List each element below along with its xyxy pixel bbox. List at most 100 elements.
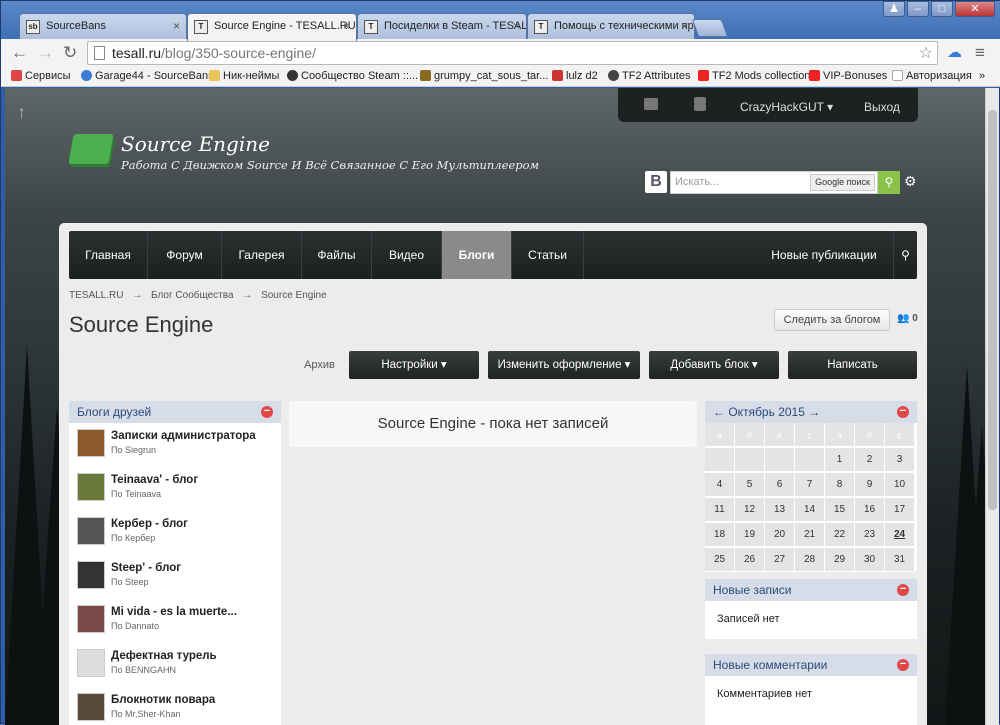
bookmark-lulz-d2[interactable]: lulz d2 <box>552 70 598 82</box>
breadcrumb-community-blog[interactable]: Блог Сообщества <box>151 290 233 301</box>
search-icon[interactable]: ⚲ <box>878 171 900 194</box>
scrollbar-thumb[interactable] <box>988 110 997 510</box>
calendar-day[interactable]: 2 <box>855 448 885 472</box>
friend-blog-name[interactable]: Блокнотик повара <box>111 694 215 706</box>
reload-icon[interactable]: ↻ <box>63 43 77 63</box>
address-bar[interactable]: tesall.ru/blog/350-source-engine/ ☆ <box>87 41 938 65</box>
calendar-day[interactable]: 10 <box>885 473 915 497</box>
calendar-day[interactable]: 25 <box>705 548 735 572</box>
nav-gallery[interactable]: Галерея <box>222 231 302 279</box>
avatar[interactable] <box>77 517 105 545</box>
forward-icon[interactable]: → <box>37 43 54 63</box>
back-icon[interactable]: ← <box>11 43 28 63</box>
friend-blog-author[interactable]: По Steep <box>111 577 149 587</box>
friend-blog-name[interactable]: Mi vida - es la muerte... <box>111 606 237 618</box>
bookmark-steam-community[interactable]: Сообщество Steam ::... <box>287 70 418 82</box>
friend-blog-name[interactable]: Steep' - блог <box>111 562 181 574</box>
calendar-day[interactable]: 16 <box>855 498 885 522</box>
close-window-button[interactable]: ✕ <box>955 1 995 17</box>
avatar[interactable] <box>77 693 105 721</box>
breadcrumb-home[interactable]: TESALL.RU <box>69 290 123 301</box>
tab-tech-help[interactable]: T Помощь с техническими пр × <box>527 13 695 40</box>
calendar-day[interactable]: 17 <box>885 498 915 522</box>
vk-login-icon[interactable]: В <box>645 171 667 193</box>
user-profile-icon[interactable]: ♟ <box>883 1 905 17</box>
calendar-day[interactable]: 27 <box>765 548 795 572</box>
bookmark-nicknames[interactable]: Ник-неймы <box>209 70 279 82</box>
avatar[interactable] <box>77 605 105 633</box>
messages-icon[interactable] <box>644 98 658 110</box>
calendar-day[interactable]: 7 <box>795 473 825 497</box>
collapse-icon[interactable]: − <box>897 584 909 596</box>
user-menu[interactable]: CrazyHackGUT ▾ <box>740 100 833 114</box>
collapse-icon[interactable]: − <box>897 659 909 671</box>
nav-new-publications[interactable]: Новые публикации <box>759 231 889 279</box>
calendar-day[interactable]: 19 <box>735 523 765 547</box>
calendar-day[interactable]: 28 <box>795 548 825 572</box>
calendar-day[interactable]: 22 <box>825 523 855 547</box>
friend-blog-author[interactable]: По Siegrun <box>111 445 156 455</box>
calendar-day[interactable]: 6 <box>765 473 795 497</box>
calendar-day[interactable]: 26 <box>735 548 765 572</box>
notifications-icon[interactable] <box>694 97 706 111</box>
avatar[interactable] <box>77 429 105 457</box>
nav-files[interactable]: Файлы <box>302 231 372 279</box>
friend-blog-author[interactable]: По Dannato <box>111 621 159 631</box>
nav-forum[interactable]: Форум <box>148 231 222 279</box>
menu-icon[interactable]: ≡ <box>975 43 985 63</box>
bookmark-garage44[interactable]: Garage44 - SourceBans <box>81 70 214 82</box>
calendar-day[interactable]: 3 <box>885 448 915 472</box>
calendar-day[interactable]: 14 <box>795 498 825 522</box>
maximize-button[interactable]: □ <box>931 1 953 17</box>
scroll-up-icon[interactable]: ↑ <box>17 102 26 123</box>
new-tab-button[interactable] <box>691 19 729 37</box>
friend-blog-name[interactable]: Записки администратора <box>111 430 256 442</box>
bookmark-star-icon[interactable]: ☆ <box>919 43 933 63</box>
calendar-day[interactable]: 11 <box>705 498 735 522</box>
avatar[interactable] <box>77 561 105 589</box>
calendar-day[interactable]: 29 <box>825 548 855 572</box>
add-block-button[interactable]: Добавить блок ▾ <box>649 351 779 379</box>
friend-blog-author[interactable]: По Mr.Sher-Khan <box>111 709 181 719</box>
bookmark-services[interactable]: Сервисы <box>11 70 71 82</box>
page-scrollbar[interactable] <box>985 88 999 725</box>
nav-articles[interactable]: Статьи <box>512 231 584 279</box>
calendar-day[interactable]: 30 <box>855 548 885 572</box>
prev-month-arrow[interactable]: ← <box>713 405 725 419</box>
calendar-day[interactable]: 5 <box>735 473 765 497</box>
extension-icon[interactable]: ☁ <box>947 43 962 61</box>
calendar-day[interactable]: 13 <box>765 498 795 522</box>
tab-steam-posidelki[interactable]: T Посиделки в Steam - TESAL × <box>357 13 527 40</box>
bookmark-authorization[interactable]: Авторизация <box>892 70 972 82</box>
calendar-day[interactable]: 18 <box>705 523 735 547</box>
calendar-day[interactable]: 9 <box>855 473 885 497</box>
calendar-day[interactable]: 8 <box>825 473 855 497</box>
more-bookmarks-icon[interactable]: » <box>979 70 985 82</box>
bookmark-tf2-mods[interactable]: TF2 Mods collection <box>698 70 810 82</box>
close-icon[interactable]: × <box>681 19 688 33</box>
minimize-button[interactable]: – <box>907 1 929 17</box>
change-theme-button[interactable]: Изменить оформление ▾ <box>488 351 640 379</box>
search-input[interactable]: Искать... Google поиск <box>670 171 878 194</box>
tab-sourcebans[interactable]: sb SourceBans × <box>19 13 187 40</box>
calendar-day[interactable]: 31 <box>885 548 915 572</box>
calendar-day[interactable]: 15 <box>825 498 855 522</box>
gear-icon[interactable]: ⚙ <box>904 173 917 190</box>
bookmark-tf2-attributes[interactable]: TF2 Attributes <box>608 70 690 82</box>
collapse-icon[interactable]: − <box>261 406 273 418</box>
next-month-arrow[interactable]: → <box>808 405 820 419</box>
avatar[interactable] <box>77 649 105 677</box>
site-title[interactable]: Source Engine <box>121 132 270 156</box>
settings-button[interactable]: Настройки ▾ <box>349 351 479 379</box>
close-icon[interactable]: × <box>173 19 180 33</box>
calendar-day[interactable]: 20 <box>765 523 795 547</box>
avatar[interactable] <box>77 473 105 501</box>
calendar-title[interactable]: Октябрь 2015 <box>728 405 805 419</box>
close-icon[interactable]: × <box>343 19 350 33</box>
calendar-day[interactable]: 24 <box>885 523 915 547</box>
archive-link[interactable]: Архив <box>304 359 335 371</box>
nav-video[interactable]: Видео <box>372 231 442 279</box>
friend-blog-author[interactable]: По Teinaava <box>111 489 161 499</box>
bookmark-grumpy-cat[interactable]: grumpy_cat_sous_tar... <box>420 70 548 82</box>
follow-blog-button[interactable]: Следить за блогом <box>774 309 890 331</box>
